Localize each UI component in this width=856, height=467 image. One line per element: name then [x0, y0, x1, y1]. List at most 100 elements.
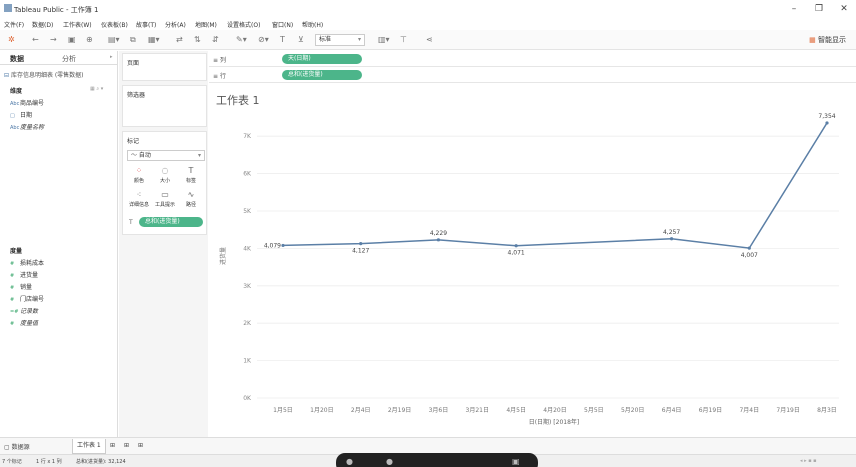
measure-field[interactable]: # 门店编号 — [10, 294, 44, 303]
undo-icon[interactable]: ← — [32, 34, 39, 46]
y-tick-label: 0K — [243, 395, 252, 402]
duplicate-sheet-icon[interactable]: ⧉ — [130, 34, 136, 46]
data-point[interactable] — [747, 246, 751, 250]
rows-shelf[interactable]: ≡ 行 总和(进货量) — [209, 67, 856, 83]
menu-analysis[interactable]: 分析(A) — [165, 20, 186, 29]
title-bar: Tableau Public - 工作簿 1 – ❐ ✕ — [0, 0, 856, 18]
sort-desc-icon[interactable]: ⇵ — [212, 34, 219, 46]
tab-analysis[interactable]: 分析 — [62, 54, 76, 64]
chevron-down-icon: ▾ — [197, 152, 201, 159]
swap-icon[interactable]: ⇄ — [176, 34, 183, 46]
status-rows-cols: 1 行 x 1 列 — [36, 459, 62, 465]
data-point[interactable] — [359, 242, 363, 246]
new-dashboard-icon[interactable]: ⊞ — [124, 442, 129, 449]
window-title: Tableau Public - 工作簿 1 — [14, 6, 99, 14]
redo-icon[interactable]: → — [50, 34, 57, 46]
marks-label: 标记 — [127, 138, 140, 145]
x-tick-label: 3月6日 — [429, 407, 449, 414]
floating-overlay-bar[interactable]: ● ● ▣ — [336, 453, 538, 467]
share-icon[interactable]: ⋖ — [426, 34, 433, 46]
data-point[interactable] — [514, 244, 518, 248]
detail-button[interactable]: ⁖ 详细信息 — [127, 190, 151, 210]
sheet-nav-icon[interactable]: ◂ ▸ ▪ ▪ — [800, 458, 817, 464]
series-line[interactable] — [282, 122, 828, 249]
group-icon[interactable]: ⊘▾ — [258, 34, 269, 46]
sort-asc-icon[interactable]: ⇅ — [194, 34, 201, 46]
new-worksheet-icon[interactable]: ⊞ — [110, 442, 115, 449]
measure-field[interactable]: # 进货量 — [10, 270, 38, 279]
x-tick-label: 3月21日 — [466, 407, 489, 414]
measure-field[interactable]: # 销量 — [10, 282, 32, 291]
new-sheet-icon[interactable]: ▤▾ — [108, 34, 120, 46]
menu-data[interactable]: 数据(D) — [32, 20, 53, 29]
presentation-icon[interactable]: ⊤ — [400, 34, 407, 46]
rows-shelf-label: ≡ 行 — [213, 73, 226, 80]
menu-format[interactable]: 设置格式(O) — [227, 20, 260, 29]
highlight-icon[interactable]: ✎▾ — [236, 34, 247, 46]
columns-shelf-label: ≡ 列 — [213, 57, 226, 64]
sheet-tab[interactable]: 工作表 1 — [72, 439, 106, 454]
y-tick-label: 5K — [243, 208, 252, 215]
y-tick-label: 2K — [243, 320, 252, 327]
pages-card[interactable]: 页面 — [122, 53, 207, 81]
tab-data[interactable]: 数据 — [10, 54, 24, 64]
x-tick-label: 5月5日 — [584, 407, 604, 414]
data-point[interactable] — [669, 237, 674, 241]
dimension-field[interactable]: Abc度量名称 — [10, 122, 44, 131]
x-axis-label: 日(日期) [2018年] — [529, 418, 580, 426]
status-marks: 7 个标记 — [2, 459, 22, 465]
color-button[interactable]: ⁘ 颜色 — [127, 166, 151, 186]
menu-worksheet[interactable]: 工作表(W) — [63, 20, 92, 29]
menu-map[interactable]: 地图(M) — [195, 20, 217, 29]
data-label: 4,127 — [352, 248, 369, 255]
x-tick-label: 7月19日 — [776, 407, 799, 414]
minimize-icon[interactable]: – — [785, 3, 803, 15]
menu-story[interactable]: 故事(T) — [136, 20, 156, 29]
data-label: 4,229 — [430, 230, 447, 237]
clear-sheet-icon[interactable]: ▦▾ — [148, 34, 160, 46]
data-point[interactable] — [825, 121, 829, 125]
size-button[interactable]: ◌ 大小 — [153, 166, 177, 186]
fit-dropdown[interactable]: 标准 ▾ — [315, 34, 365, 46]
measure-field[interactable]: # 度量值 — [10, 318, 38, 327]
menu-bar: 文件(F) 数据(D) 工作表(W) 仪表板(B) 故事(T) 分析(A) 地图… — [0, 18, 856, 30]
menu-file[interactable]: 文件(F) — [4, 20, 24, 29]
columns-shelf[interactable]: ≡ 列 天(日期) — [209, 51, 856, 67]
dimension-field[interactable]: □ 日期 — [10, 110, 32, 119]
panel-menu-icon[interactable]: ▸ — [110, 54, 113, 60]
mark-type-dropdown[interactable]: 〜 自动 ▾ — [127, 150, 205, 161]
datasource-item[interactable]: ⊟ 库存信息明细表 (零售数据) — [4, 70, 84, 79]
dimension-field[interactable]: Abc商品编号 — [10, 98, 44, 107]
data-point[interactable] — [436, 238, 441, 242]
path-button[interactable]: ∿ 路径 — [179, 190, 203, 210]
show-cards-icon[interactable]: ▥▾ — [378, 34, 390, 46]
labels-icon[interactable]: T — [280, 34, 285, 46]
menu-dashboard[interactable]: 仪表板(B) — [101, 20, 128, 29]
data-point[interactable] — [281, 243, 285, 248]
filters-card[interactable]: 筛选器 — [122, 85, 207, 127]
x-tick-label: 5月20日 — [621, 407, 644, 414]
datasource-tab[interactable]: ▢ 数据源 — [4, 442, 30, 451]
menu-window[interactable]: 窗口(N) — [272, 20, 293, 29]
new-datasource-icon[interactable]: ⊕ — [86, 34, 93, 46]
save-icon[interactable]: ▣ — [68, 34, 76, 46]
tooltip-button[interactable]: ▭ 工具提示 — [153, 190, 177, 210]
marks-label-pill[interactable]: 总和(进货量) — [139, 217, 203, 227]
maximize-icon[interactable]: ❐ — [810, 3, 828, 15]
gridlines — [257, 135, 839, 399]
overlay-icon: ● — [386, 457, 393, 466]
measure-field[interactable]: # 损耗成本 — [10, 258, 44, 267]
dimensions-header: 维度 — [10, 88, 23, 95]
menu-help[interactable]: 帮助(H) — [302, 20, 323, 29]
columns-pill[interactable]: 天(日期) — [282, 54, 362, 64]
fix-axes-icon[interactable]: ⊻ — [298, 34, 304, 46]
new-story-icon[interactable]: ⊞ — [138, 442, 143, 449]
label-button[interactable]: T 标签 — [179, 166, 203, 186]
smart-show-button[interactable]: ▦ 智能显示 — [809, 35, 846, 45]
cards-panel: 页面 筛选器 标记 〜 自动 ▾ ⁘ 颜色 ◌ 大小 T 标签 ⁖ 详细信息 ▭ 工具提示… — [119, 51, 208, 437]
measure-field[interactable]: =# 记录数 — [10, 306, 38, 315]
tableau-logo-icon[interactable]: ✲ — [8, 34, 15, 46]
dimension-tools-icon[interactable]: ▦ ⌕ ▾ — [90, 86, 103, 92]
close-icon[interactable]: ✕ — [835, 3, 853, 15]
rows-pill[interactable]: 总和(进货量) — [282, 70, 362, 80]
